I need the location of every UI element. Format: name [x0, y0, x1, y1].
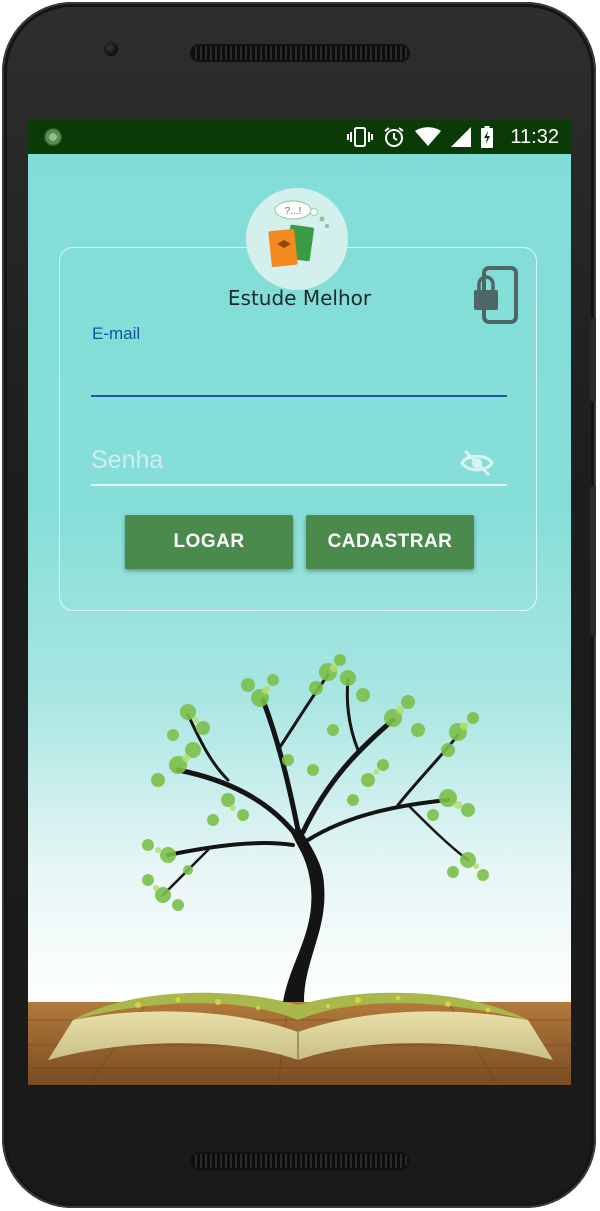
top-speaker [192, 46, 408, 60]
password-field[interactable] [91, 440, 451, 480]
status-bar: 11:32 [28, 120, 571, 154]
front-camera [104, 42, 118, 56]
email-label: E-mail [92, 324, 141, 343]
alarm-icon [384, 127, 404, 147]
toggle-password-visibility-icon[interactable] [460, 448, 494, 478]
phone-lock-icon [474, 266, 518, 324]
login-button[interactable]: LOGAR [125, 515, 293, 569]
status-time: 11:32 [510, 126, 559, 148]
volume-button [590, 486, 596, 636]
wifi-icon [415, 127, 441, 146]
power-button [590, 318, 596, 402]
bottom-speaker [192, 1154, 408, 1168]
study-cards-icon: ?...! [268, 200, 329, 268]
password-underline [91, 484, 507, 486]
app-screen: 11:32 ?...! Estude Melhor E-mail LOGAR C… [28, 120, 571, 1085]
cell-signal-icon [451, 127, 471, 147]
app-notification-icon [44, 128, 62, 146]
register-button[interactable]: CADASTRAR [306, 515, 474, 569]
tree-book-illustration [28, 654, 571, 1085]
phone-frame: 11:32 ?...! Estude Melhor E-mail LOGAR C… [2, 2, 596, 1208]
svg-text:?...!: ?...! [285, 206, 302, 217]
email-field[interactable] [91, 352, 507, 392]
status-icons [347, 126, 493, 148]
email-underline [91, 395, 507, 397]
app-logo: ?...! [246, 188, 348, 290]
vibrate-icon [347, 127, 373, 147]
battery-charging-icon [481, 126, 493, 148]
